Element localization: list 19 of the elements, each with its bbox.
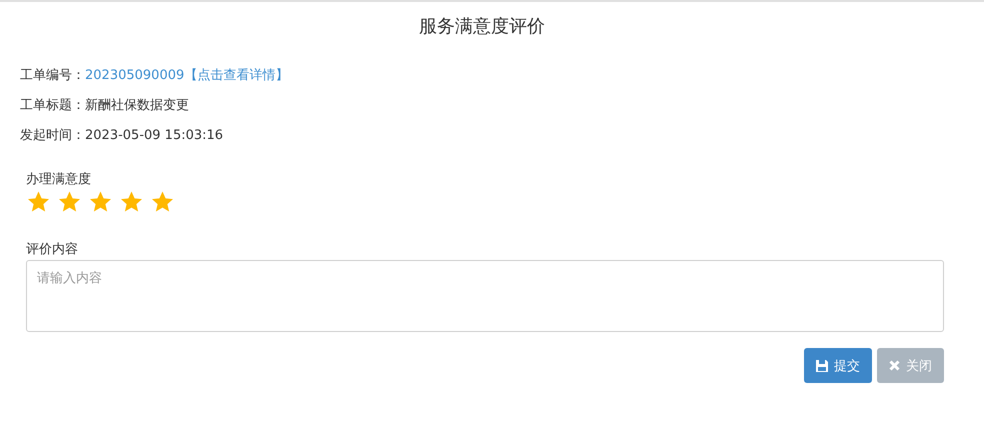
comment-label: 评价内容 — [26, 241, 79, 258]
field-value: 新酬社保数据变更 — [85, 97, 189, 114]
star-icon[interactable] — [150, 190, 175, 214]
view-details-link[interactable]: 【点击查看详情】 — [184, 66, 288, 84]
submit-button[interactable]: 提交 — [804, 348, 872, 383]
comment-field[interactable]: 请输入内容 — [26, 260, 944, 332]
dialog-title: 服务满意度评价 — [418, 15, 546, 39]
star-icon[interactable] — [119, 190, 144, 214]
rating-label: 办理满意度 — [26, 171, 92, 188]
star-icon[interactable] — [88, 190, 113, 214]
field-label: 工单编号： — [20, 67, 85, 84]
field-label: 发起时间： — [20, 127, 85, 144]
field-value: 2023-05-09 15:03:16 — [85, 128, 224, 142]
close-icon — [889, 360, 900, 371]
close-button[interactable]: 关闭 — [877, 348, 944, 383]
star-icon[interactable] — [26, 190, 51, 214]
ticket-number-link[interactable]: 202305090009 — [85, 68, 184, 82]
field-label: 工单标题： — [20, 97, 85, 114]
star-icon[interactable] — [57, 190, 82, 214]
